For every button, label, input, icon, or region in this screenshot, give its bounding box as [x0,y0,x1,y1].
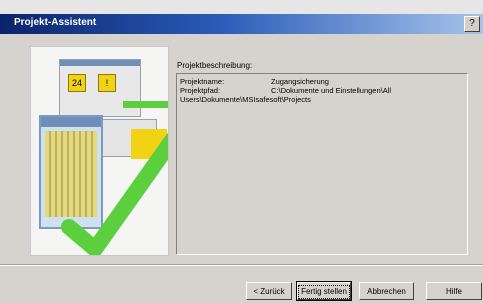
illustration-warning-icon: ! [98,74,116,92]
finish-button[interactable]: Fertig stellen [296,281,352,301]
project-path-value: C:\Dokumente und Einstellungen\All [271,86,392,95]
finish-button-label: Fertig stellen [298,285,350,299]
cancel-button[interactable]: Abbrechen [359,282,414,300]
project-path-label: Projektpfad: [180,86,221,95]
illustration-yellow-icon: 24 [68,74,86,92]
illustration-green-bar [123,101,168,108]
window-title: Projekt-Assistent [14,17,97,28]
project-path-continuation: Users\Dokumente\MSIsafesoft\Projects [180,95,311,104]
help-icon[interactable]: ? [464,16,480,32]
project-name-label: Projektname: [180,77,225,86]
back-button[interactable]: < Zurück [246,282,292,300]
title-bar[interactable]: Projekt-Assistent ? [0,14,483,34]
illustration-window-icon: 24 ! [59,59,141,117]
project-path-row: Projektpfad: C:\Dokumente und Einstellung… [180,86,391,95]
project-name-value: Zugangsicherung [271,77,329,86]
project-name-row: Projektname: Zugangsicherung [180,77,329,86]
top-strip [0,0,483,14]
wizard-illustration: 24 ! [30,46,169,256]
description-box: Projektname: Zugangsicherung Projektpfad:… [176,73,468,255]
wizard-window: Projekt-Assistent ? 24 ! Projektbeschrei… [0,0,483,303]
illustration-titlebar [60,60,140,66]
checkmark-icon [61,132,168,255]
description-heading: Projektbeschreibung: [177,61,253,70]
project-path-continuation-text: Users\Dokumente\MSIsafesoft\Projects [180,95,311,104]
footer-divider [0,264,483,266]
help-button[interactable]: Hilfe [426,282,482,300]
